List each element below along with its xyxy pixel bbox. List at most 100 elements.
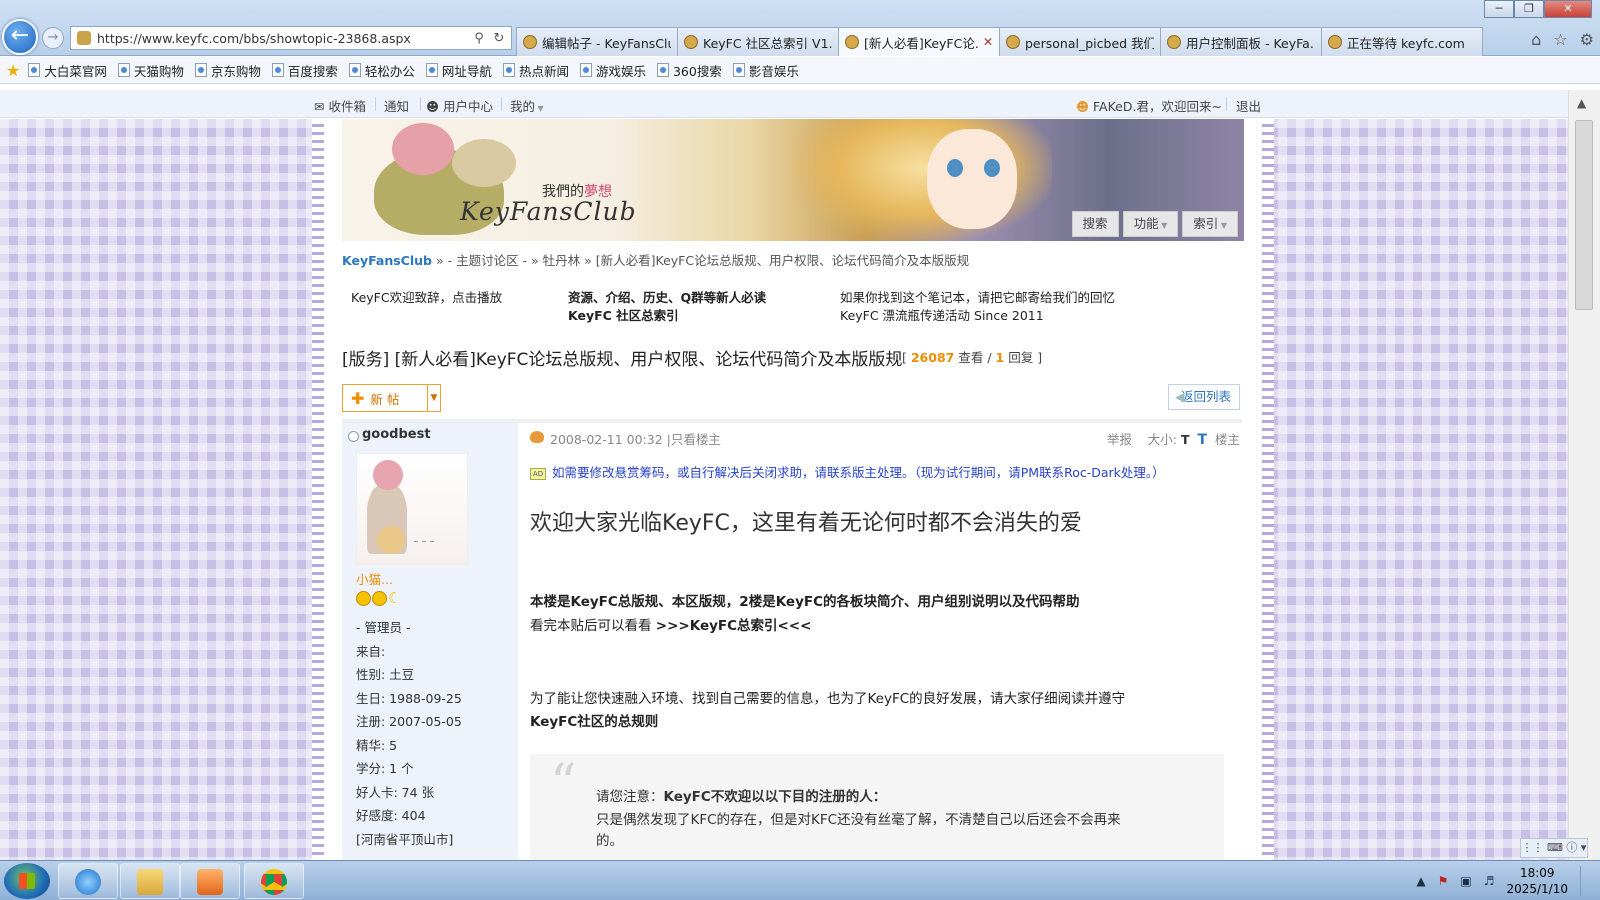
clock-time: 18:09 — [1519, 866, 1555, 880]
inbox-label: 收件箱 — [328, 99, 366, 114]
scroll-up-icon[interactable]: ▲ — [1577, 96, 1586, 110]
post-line: 为了能让您快速融入环境、找到自己需要的信息，也为了KeyFC的良好发展，请大家仔… — [530, 691, 1126, 707]
fav-link[interactable]: 影音娱乐 — [732, 61, 799, 80]
minimize-icon[interactable]: ─ — [1484, 0, 1514, 18]
large-font-icon[interactable]: T — [1197, 432, 1207, 448]
small-font-icon[interactable]: T — [1181, 432, 1190, 447]
breadcrumb-trail[interactable]: » - 主题讨论区 - » 牡丹林 » [新人必看]KeyFC论坛总版规、用户权… — [432, 253, 969, 268]
page-scrollbar[interactable]: ▲ — [1568, 90, 1600, 860]
tab-newbie-rules[interactable]: [新人必看]KeyFC论... ✕ — [838, 27, 1000, 56]
fav-link[interactable]: 大白菜官网 — [28, 61, 107, 80]
tab-favicon-icon — [523, 35, 537, 49]
grip-icon: ⋮⋮ — [1521, 841, 1544, 854]
fav-link[interactable]: 游戏娱乐 — [579, 61, 646, 80]
show-desktop-button[interactable] — [1580, 866, 1590, 896]
start-button[interactable] — [4, 863, 50, 899]
mine-menu[interactable]: 我的 ▼ — [510, 96, 544, 115]
folder-icon — [137, 869, 163, 895]
replies-label: 回复 — [1008, 350, 1034, 365]
fav-link[interactable]: 网址导航 — [425, 61, 492, 80]
fav-label: 热点新闻 — [518, 63, 569, 79]
chevron-left-icon: ◀ — [1175, 389, 1185, 404]
lace-border-right — [1262, 119, 1274, 860]
separator — [1226, 97, 1227, 111]
tab-edit-post[interactable]: 编辑帖子 - KeyFansClu... — [516, 27, 678, 56]
close-window-icon[interactable]: ✕ — [1544, 0, 1592, 18]
author-birthday: 生日: 1988-09-25 — [356, 690, 462, 706]
new-post-button[interactable]: ✚ 新 帖 — [342, 384, 428, 412]
back-to-list-button[interactable]: ◀ 返回列表 — [1168, 384, 1240, 410]
tab-index[interactable]: KeyFC 社区总索引 V1.... — [677, 27, 839, 56]
banner-character-face — [927, 129, 1017, 229]
tab-picbed[interactable]: personal_picbed 我们|... — [999, 27, 1161, 56]
settings-gear-icon[interactable]: ⚙ — [1580, 30, 1594, 49]
forward-arrow-icon[interactable]: → — [42, 27, 64, 49]
fav-link[interactable]: 热点新闻 — [502, 61, 569, 80]
status-toolbox[interactable]: ⋮⋮ ⌨ ⓘ ▾ — [1520, 838, 1588, 858]
community-index-link[interactable]: KeyFC 社区总索引 — [568, 307, 679, 325]
welcome-user[interactable]: ☻ FAKeD.君，欢迎回来~ — [1076, 96, 1222, 115]
address-bar[interactable]: https://www.keyfc.com/bbs/showtopic-2386… — [70, 26, 512, 50]
welcome-audio-link[interactable]: KeyFC欢迎致辞，点击播放 — [351, 289, 502, 307]
only-author-link[interactable]: |只看楼主 — [667, 432, 721, 447]
function-menu-button[interactable]: 功能 ▼ — [1122, 211, 1179, 237]
thread-stats: [ 26087 查看 / 1 回复 ] — [902, 350, 1043, 365]
tab-loading[interactable]: 正在等待 keyfc.com — [1321, 27, 1483, 56]
newbie-must-read-link[interactable]: 资源、介绍、历史、Q群等新人必读 — [568, 289, 766, 307]
page-icon — [194, 63, 207, 77]
volume-icon[interactable]: ♬ — [1484, 874, 1495, 888]
fav-link[interactable]: 京东购物 — [194, 61, 261, 80]
author-location: [河南省平顶山市] — [356, 831, 454, 847]
new-post-dropdown[interactable]: ▼ — [427, 384, 441, 412]
fav-link[interactable]: 天猫购物 — [117, 61, 184, 80]
banner-menu: 搜索 功能 ▼ 索引 ▼ — [1071, 211, 1238, 237]
quote-line: 请您注意：KeyFC不欢迎以以下目的注册的人： — [596, 786, 886, 808]
address-url[interactable]: https://www.keyfc.com/bbs/showtopic-2386… — [97, 31, 471, 46]
taskbar-media[interactable] — [180, 863, 240, 899]
drift-bottle-link[interactable]: KeyFC 漂流瓶传递活动 Since 2011 — [840, 307, 1044, 325]
index-menu-button[interactable]: 索引 ▼ — [1182, 211, 1238, 237]
fav-link[interactable]: 360搜索 — [656, 61, 722, 80]
sun-rank-icon — [372, 591, 387, 606]
scroll-thumb[interactable] — [1575, 120, 1593, 310]
breadcrumb-home[interactable]: KeyFansClub — [342, 253, 432, 268]
avatar[interactable]: ~ ~ ~ — [356, 453, 468, 565]
system-clock[interactable]: 18:09 2025/1/10 — [1506, 865, 1568, 897]
logout-link[interactable]: 退出 — [1236, 96, 1261, 115]
offline-status-icon — [348, 431, 359, 442]
post-date: 2008-02-11 00:32 |只看楼主 — [550, 429, 721, 448]
home-icon[interactable]: ⌂ — [1531, 30, 1541, 49]
search-menu-button[interactable]: 搜索 — [1071, 211, 1119, 237]
fav-link[interactable]: 轻松办公 — [348, 61, 415, 80]
network-icon[interactable]: ▣ — [1460, 874, 1471, 888]
post-line: 本楼是KeyFC总版规、本区版规，2楼是KeyFC的各板块简介、用户组别说明以及… — [530, 594, 1080, 610]
bounty-notice[interactable]: AD 如需要修改悬赏筹码，或自行解决后关闭求助，请联系版主处理。（现为试行期间，请… — [530, 462, 1165, 481]
maximize-icon[interactable]: ❐ — [1514, 0, 1544, 18]
usercenter-label: 用户中心 — [443, 99, 494, 114]
bounty-notice-text: 如需要修改悬赏筹码，或自行解决后关闭求助，请联系版主处理。（现为试行期间，请PM… — [552, 465, 1165, 480]
favorites-star-icon[interactable]: ★ — [6, 61, 20, 80]
taskbar-ie[interactable] — [58, 863, 118, 899]
close-tab-icon[interactable]: ✕ — [983, 35, 993, 49]
inbox-link[interactable]: ✉ 收件箱 — [314, 96, 366, 115]
taskbar-explorer[interactable] — [120, 863, 180, 899]
avatar-signature: ~ ~ ~ — [413, 538, 436, 546]
favorites-star-icon[interactable]: ☆ — [1553, 30, 1567, 49]
ad-icon: AD — [530, 468, 546, 480]
search-icon[interactable]: ⚲ — [471, 31, 487, 46]
fav-link[interactable]: 百度搜索 — [271, 61, 338, 80]
report-link[interactable]: 举报 — [1107, 432, 1132, 447]
index-link[interactable]: >>>KeyFC总索引<<< — [656, 618, 812, 634]
refresh-icon[interactable]: ↻ — [491, 31, 507, 46]
tab-control-panel[interactable]: 用户控制面板 - KeyFa... — [1160, 27, 1322, 56]
back-arrow-icon[interactable]: ← — [2, 19, 38, 55]
notify-link[interactable]: 通知 — [384, 96, 409, 115]
banner-logo[interactable]: KeyFansClub — [460, 197, 637, 226]
action-center-flag-icon[interactable]: ⚑ — [1438, 874, 1449, 888]
author-name[interactable]: goodbest — [362, 427, 431, 442]
function-menu-label: 功能 — [1133, 216, 1159, 231]
usercenter-link[interactable]: ☻ 用户中心 — [426, 96, 493, 115]
tray-expand-icon[interactable]: ▲ — [1416, 874, 1425, 888]
taskbar-chrome[interactable] — [244, 863, 304, 899]
notebook-link[interactable]: 如果你找到这个笔记本，请把它邮寄给我们的回忆 — [840, 289, 1115, 307]
